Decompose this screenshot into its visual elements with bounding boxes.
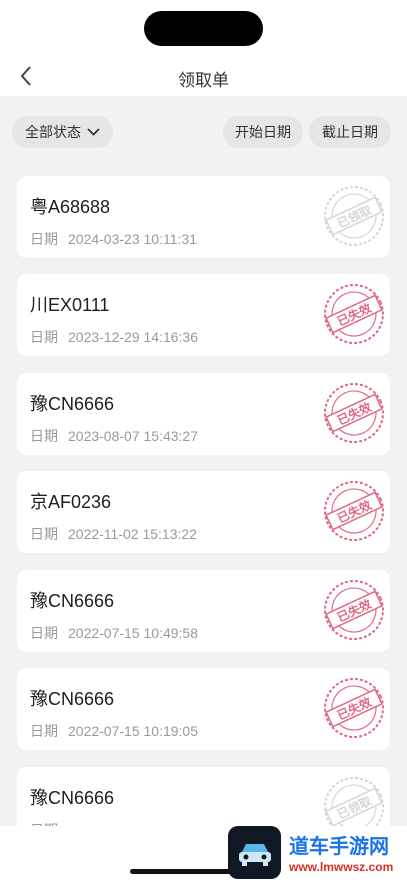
list-item[interactable]: 豫CN6666 日期 2022-07-15 10:19:05 已失效 <box>17 668 390 750</box>
status-stamp: 已失效 <box>322 676 386 740</box>
list-item[interactable]: 粤A68688 日期 2024-03-23 10:11:31 已领取 <box>17 176 390 258</box>
plate-number: 豫CN6666 <box>30 689 115 709</box>
stamp-text: 已失效 <box>335 596 375 625</box>
stamp-icon: 已失效 <box>324 678 384 738</box>
page-title: 领取单 <box>178 71 229 90</box>
list-item[interactable]: 豫CN6666 日期 2022-07-15 10:49:58 已失效 <box>17 570 390 652</box>
stamp-text: 已失效 <box>335 300 375 329</box>
stamp-icon: 已失效 <box>324 580 384 640</box>
watermark-url: www.lmwwsz.com <box>289 860 394 874</box>
record-date: 日期 2022-07-15 10:19:05 <box>30 723 198 739</box>
nav-bar: 领取单 <box>0 0 407 96</box>
stamp-icon: 已领取 <box>324 186 384 246</box>
stamp-icon: 已失效 <box>324 284 384 344</box>
status-filter-label: 全部状态 <box>25 124 81 140</box>
plate-number: 川EX0111 <box>30 295 110 315</box>
car-icon <box>238 843 271 866</box>
plate-number: 豫CN6666 <box>30 788 115 808</box>
list-item[interactable]: 豫CN6666 日期 已领取 <box>17 767 390 826</box>
record-date: 日期 2022-11-02 15:13:22 <box>30 526 197 542</box>
stamp-text: 已失效 <box>335 694 375 723</box>
list-item[interactable]: 豫CN6666 日期 2023-08-07 15:43:27 已失效 <box>17 373 390 455</box>
status-stamp: 已领取 <box>322 184 386 248</box>
record-date: 日期 2023-12-29 14:16:36 <box>30 329 198 345</box>
stamp-text: 已失效 <box>335 497 375 526</box>
list-item[interactable]: 川EX0111 日期 2023-12-29 14:16:36 已失效 <box>17 274 390 356</box>
status-filter-dropdown[interactable]: 全部状态 <box>12 116 113 148</box>
watermark-text: 道车手游网 <box>289 836 389 858</box>
plate-number: 豫CN6666 <box>30 394 115 414</box>
plate-number: 京AF0236 <box>30 492 112 512</box>
status-stamp: 已失效 <box>322 578 386 642</box>
watermark-logo <box>228 826 281 879</box>
chevron-down-icon <box>87 128 100 136</box>
record-date: 日期 2023-08-07 15:43:27 <box>30 428 198 444</box>
record-list[interactable]: 粤A68688 日期 2024-03-23 10:11:31 已领取 川EX011… <box>0 166 407 826</box>
record-date: 日期 2022-07-15 10:49:58 <box>30 625 198 641</box>
stamp-text: 已失效 <box>335 399 375 428</box>
dynamic-island <box>144 11 263 46</box>
start-date-button[interactable]: 开始日期 <box>223 116 303 148</box>
plate-number: 粤A68688 <box>30 197 111 217</box>
stamp-icon: 已领取 <box>324 777 384 826</box>
plate-number: 豫CN6666 <box>30 591 115 611</box>
list-item[interactable]: 京AF0236 日期 2022-11-02 15:13:22 已失效 <box>17 471 390 553</box>
status-stamp: 已领取 <box>322 775 386 826</box>
status-stamp: 已失效 <box>322 282 386 346</box>
stamp-icon: 已失效 <box>324 383 384 443</box>
status-stamp: 已失效 <box>322 381 386 445</box>
stamp-icon: 已失效 <box>324 481 384 541</box>
status-stamp: 已失效 <box>322 479 386 543</box>
record-date: 日期 2024-03-23 10:11:31 <box>30 231 197 247</box>
end-date-button[interactable]: 截止日期 <box>309 116 391 148</box>
